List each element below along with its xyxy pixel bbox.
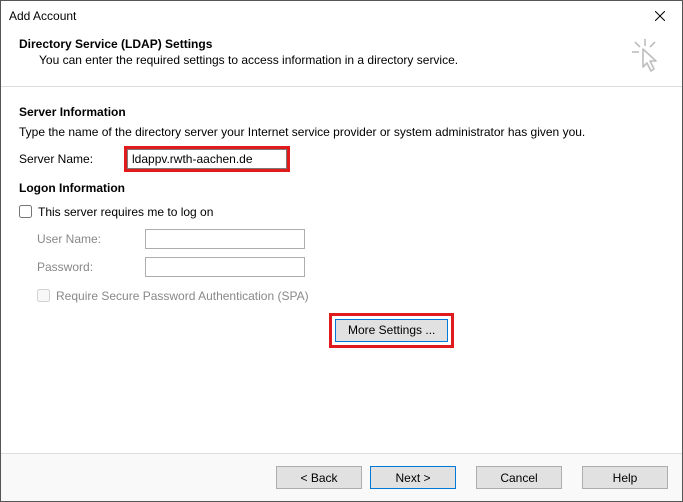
spa-checkbox bbox=[37, 289, 50, 302]
password-row: Password: bbox=[37, 257, 664, 277]
server-name-row: Server Name: bbox=[19, 149, 664, 169]
password-label: Password: bbox=[37, 260, 145, 274]
logon-info-title: Logon Information bbox=[19, 181, 664, 195]
cancel-button[interactable]: Cancel bbox=[476, 466, 562, 489]
help-button[interactable]: Help bbox=[582, 466, 668, 489]
require-logon-row: This server requires me to log on bbox=[19, 205, 664, 219]
server-info-description: Type the name of the directory server yo… bbox=[19, 125, 664, 141]
window-title: Add Account bbox=[9, 9, 76, 23]
next-button[interactable]: Next > bbox=[370, 466, 456, 489]
server-info-title: Server Information bbox=[19, 105, 664, 119]
back-button[interactable]: < Back bbox=[276, 466, 362, 489]
more-settings-highlight: More Settings ... bbox=[329, 313, 454, 348]
user-name-row: User Name: bbox=[37, 229, 664, 249]
server-name-input[interactable] bbox=[127, 149, 287, 169]
password-input bbox=[145, 257, 305, 277]
spa-label: Require Secure Password Authentication (… bbox=[56, 289, 309, 303]
user-name-label: User Name: bbox=[37, 232, 145, 246]
spa-row: Require Secure Password Authentication (… bbox=[37, 289, 664, 303]
server-name-label: Server Name: bbox=[19, 152, 127, 166]
header-description: You can enter the required settings to a… bbox=[39, 53, 458, 67]
more-settings-row: More Settings ... bbox=[329, 313, 664, 348]
close-button[interactable] bbox=[637, 1, 682, 31]
dialog-header: Directory Service (LDAP) Settings You ca… bbox=[1, 31, 682, 87]
user-name-input bbox=[145, 229, 305, 249]
close-icon bbox=[655, 11, 665, 21]
titlebar: Add Account bbox=[1, 1, 682, 31]
require-logon-label: This server requires me to log on bbox=[38, 205, 213, 219]
more-settings-button[interactable]: More Settings ... bbox=[335, 319, 448, 342]
dialog-content: Server Information Type the name of the … bbox=[1, 87, 682, 453]
dialog-footer: < Back Next > Cancel Help bbox=[1, 453, 682, 501]
wizard-cursor-icon bbox=[630, 39, 660, 76]
add-account-window: Add Account Directory Service (LDAP) Set… bbox=[0, 0, 683, 502]
require-logon-checkbox[interactable] bbox=[19, 205, 32, 218]
logon-credentials-group: User Name: Password: Require Secure Pass… bbox=[37, 229, 664, 303]
header-title: Directory Service (LDAP) Settings bbox=[19, 37, 458, 51]
